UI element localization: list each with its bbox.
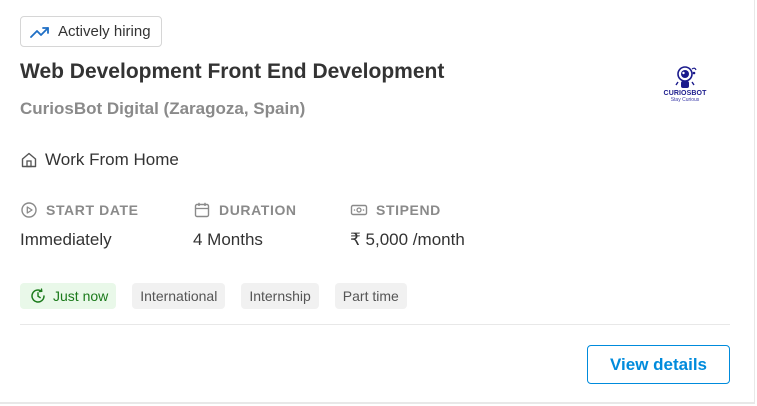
start-date-label: START DATE: [46, 202, 139, 218]
robot-logo-icon: [675, 66, 697, 88]
logo-name: CURIOSBOT: [663, 90, 707, 97]
actively-hiring-badge: Actively hiring: [20, 16, 162, 47]
start-date-value: Immediately: [20, 230, 112, 249]
duration-section: DURATION 4 Months: [193, 200, 297, 250]
job-title[interactable]: Web Development Front End Development: [20, 60, 444, 84]
company-name[interactable]: CuriosBot Digital (Zaragoza, Spain): [20, 99, 305, 119]
stipend-value: ₹ 5,000 /month: [350, 230, 465, 249]
logo-tagline: Stay Curious: [670, 97, 700, 103]
view-details-button[interactable]: View details: [587, 345, 730, 384]
posted-time-tag: Just now: [20, 283, 117, 309]
clock-refresh-icon: [30, 288, 46, 304]
duration-value: 4 Months: [193, 230, 263, 249]
duration-label: DURATION: [219, 202, 297, 218]
calendar-icon: [193, 201, 211, 219]
trending-up-icon: [30, 26, 50, 38]
money-icon: [350, 201, 368, 219]
tag-internship: Internship: [241, 283, 319, 309]
stipend-section: STIPEND ₹ 5,000 /month: [350, 200, 465, 250]
play-circle-icon: [20, 201, 38, 219]
card-divider: [20, 324, 730, 325]
stipend-label: STIPEND: [376, 202, 441, 218]
start-date-section: START DATE Immediately: [20, 200, 139, 250]
location-label: Work From Home: [45, 150, 179, 169]
location[interactable]: Work From Home: [20, 150, 179, 170]
posted-time-label: Just now: [53, 288, 109, 304]
internship-card: Actively hiring Web Development Front En…: [0, 0, 755, 404]
company-logo: CURIOSBOT Stay Curious: [661, 64, 709, 112]
home-icon: [20, 151, 38, 169]
tag-list: Just now International Internship Part t…: [20, 283, 407, 309]
badge-label: Actively hiring: [58, 23, 151, 40]
tag-international: International: [132, 283, 226, 309]
tag-part-time: Part time: [334, 283, 407, 309]
